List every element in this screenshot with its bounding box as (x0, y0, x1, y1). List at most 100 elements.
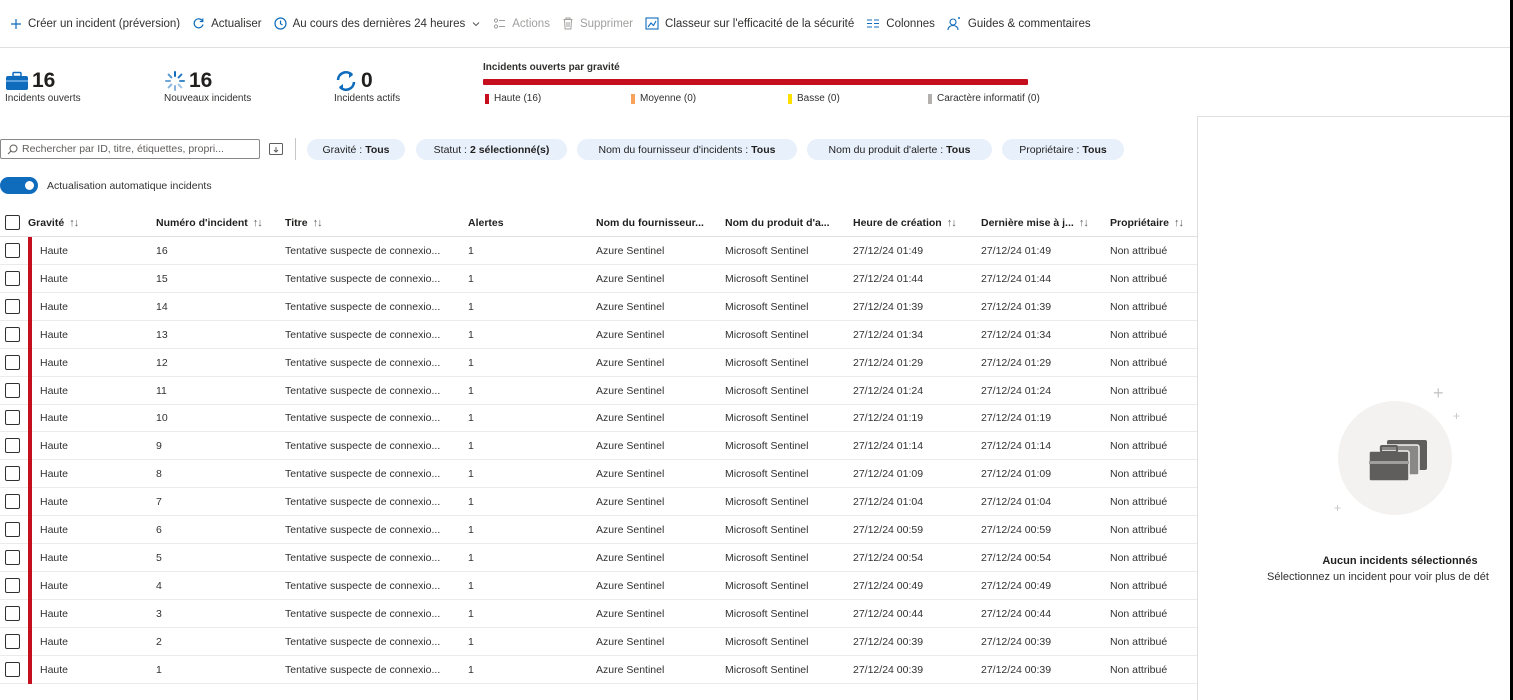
cell-product: Microsoft Sentinel (725, 607, 809, 620)
table-row[interactable]: Haute 4 Tentative suspecte de connexio... 1… (0, 571, 1197, 600)
cell-alerts: 1 (468, 496, 474, 509)
filter-divider (295, 138, 296, 160)
table-row[interactable]: Haute 14 Tentative suspecte de connexio...… (0, 292, 1197, 321)
cell-severity: Haute (40, 328, 69, 341)
table-row[interactable]: Haute 9 Tentative suspecte de connexio... 1… (0, 432, 1197, 461)
guides-feedback-button[interactable]: Guides & commentaires (941, 12, 1097, 36)
filter-status[interactable]: Statut :2 sélectionné(s) (416, 139, 567, 160)
table-row[interactable]: Haute 10 Tentative suspecte de connexio...… (0, 404, 1197, 433)
filter-provider-name[interactable]: Nom du fournisseur d'incidents : Tous (577, 139, 797, 160)
row-checkbox[interactable] (5, 605, 20, 621)
row-checkbox[interactable] (5, 549, 20, 565)
row-checkbox[interactable] (5, 382, 20, 398)
table-row[interactable]: Haute 7 Tentative suspecte de connexio... 1… (0, 488, 1197, 517)
cell-title: Tentative suspecte de connexio... (285, 579, 441, 592)
column-header-product[interactable]: Nom du produit d'a... (725, 208, 830, 237)
cell-last-updated: 27/12/24 00:54 (981, 551, 1052, 564)
column-header-provider[interactable]: Nom du fournisseur... (596, 208, 704, 237)
cell-created: 27/12/24 01:44 (853, 272, 924, 285)
table-row[interactable]: Haute 11 Tentative suspecte de connexio...… (0, 376, 1197, 405)
cell-last-updated: 27/12/24 00:49 (981, 579, 1052, 592)
refresh-button[interactable]: Actualiser (186, 12, 268, 36)
row-checkbox-cell (5, 410, 20, 426)
row-checkbox[interactable] (5, 270, 20, 286)
actions-button[interactable]: Actions (487, 12, 556, 36)
column-header-created[interactable]: Heure de création ↑↓ (853, 208, 957, 237)
table-row[interactable]: Haute 12 Tentative suspecte de connexio...… (0, 348, 1197, 377)
table-row[interactable]: Haute 3 Tentative suspecte de connexio... 1… (0, 599, 1197, 628)
row-checkbox[interactable] (5, 661, 20, 677)
table-row[interactable]: Haute 1 Tentative suspecte de connexio... 1… (0, 655, 1197, 684)
table-row[interactable]: Haute 5 Tentative suspecte de connexio... 1… (0, 543, 1197, 572)
cell-last-updated: 27/12/24 01:29 (981, 356, 1052, 369)
cell-alerts: 1 (468, 356, 474, 369)
cell-product: Microsoft Sentinel (725, 468, 809, 481)
cell-owner: Non attribué (1110, 245, 1168, 257)
row-checkbox[interactable] (5, 354, 20, 370)
cell-product: Microsoft Sentinel (725, 579, 809, 592)
row-checkbox[interactable] (5, 577, 20, 593)
cell-owner: Non attribué (1110, 328, 1168, 341)
row-checkbox[interactable] (5, 243, 20, 258)
select-all-checkbox[interactable] (5, 215, 20, 230)
security-workbook-button[interactable]: Classeur sur l'efficacité de la sécurité (639, 12, 860, 36)
cell-created: 27/12/24 00:49 (853, 579, 924, 592)
filter-owner[interactable]: Propriétaire : Tous (1002, 139, 1124, 160)
row-checkbox[interactable] (5, 410, 20, 426)
cell-title: Tentative suspecte de connexio... (285, 663, 441, 676)
column-header-owner[interactable]: Propriétaire ↑↓ (1110, 208, 1184, 237)
refresh-label: Actualiser (211, 17, 262, 30)
column-header-incident-number[interactable]: Numéro d'incident ↑↓ (156, 208, 263, 237)
cell-created: 27/12/24 00:44 (853, 607, 924, 620)
briefcase-icon (6, 71, 28, 90)
row-checkbox[interactable] (5, 298, 20, 314)
cell-owner: Non attribué (1110, 551, 1168, 564)
table-row[interactable]: Haute 16 Tentative suspecte de connexio...… (0, 237, 1197, 265)
legend-high: Haute (16) (485, 93, 541, 104)
row-checkbox[interactable] (5, 522, 20, 537)
cell-severity: Haute (40, 272, 69, 285)
filter-alert-product[interactable]: Nom du produit d'alerte : Tous (807, 139, 992, 160)
row-checkbox[interactable] (5, 438, 20, 454)
table-row[interactable]: Haute 8 Tentative suspecte de connexio... 1… (0, 460, 1197, 489)
column-header-severity[interactable]: Gravité ↑↓ (28, 208, 79, 237)
search-input[interactable] (22, 143, 252, 155)
delete-button[interactable]: Supprimer (556, 12, 639, 36)
column-header-alerts[interactable]: Alertes (468, 208, 504, 237)
cell-last-updated: 27/12/24 01:14 (981, 440, 1052, 453)
sort-icon: ↑↓ (69, 216, 79, 229)
cell-incident-number: 10 (156, 412, 168, 425)
table-row[interactable]: Haute 6 Tentative suspecte de connexio... 1… (0, 516, 1197, 544)
table-row[interactable]: Haute 15 Tentative suspecte de connexio...… (0, 264, 1197, 293)
cell-product: Microsoft Sentinel (725, 356, 809, 369)
filter-status-name: Statut : (433, 143, 467, 156)
row-checkbox[interactable] (5, 326, 20, 342)
cell-owner: Non attribué (1110, 663, 1168, 676)
cell-created: 27/12/24 01:24 (853, 384, 924, 397)
column-header-last-updated[interactable]: Dernière mise à j... ↑↓ (981, 208, 1089, 237)
row-checkbox[interactable] (5, 494, 20, 510)
cell-severity: Haute (40, 468, 69, 481)
clock-icon (274, 17, 287, 30)
cell-product: Microsoft Sentinel (725, 245, 809, 257)
column-header-title[interactable]: Titre ↑↓ (285, 208, 323, 237)
legend-informational-label: Caractère informatif (0) (937, 93, 1040, 104)
filter-severity[interactable]: Gravité : Tous (307, 139, 405, 160)
cell-owner: Non attribué (1110, 440, 1168, 453)
trash-icon (563, 17, 573, 30)
filter-severity-name: Gravité : (322, 143, 363, 156)
table-row[interactable]: Haute 2 Tentative suspecte de connexio... 1… (0, 627, 1197, 656)
time-range-dropdown[interactable]: Au cours des dernières 24 heures (268, 12, 488, 36)
auto-refresh-toggle[interactable] (0, 177, 38, 194)
table-row[interactable]: Haute 13 Tentative suspecte de connexio...… (0, 320, 1197, 349)
cell-alerts: 1 (468, 579, 474, 592)
actions-label: Actions (512, 17, 550, 30)
row-checkbox-cell (5, 326, 20, 342)
columns-button[interactable]: Colonnes (860, 12, 941, 36)
column-header-label: Nom du produit d'a... (725, 216, 830, 229)
row-checkbox[interactable] (5, 633, 20, 649)
create-incident-button[interactable]: Créer un incident (préversion) (4, 12, 186, 36)
export-button[interactable] (266, 139, 286, 159)
row-checkbox[interactable] (5, 466, 20, 482)
cell-last-updated: 27/12/24 01:19 (981, 412, 1052, 425)
